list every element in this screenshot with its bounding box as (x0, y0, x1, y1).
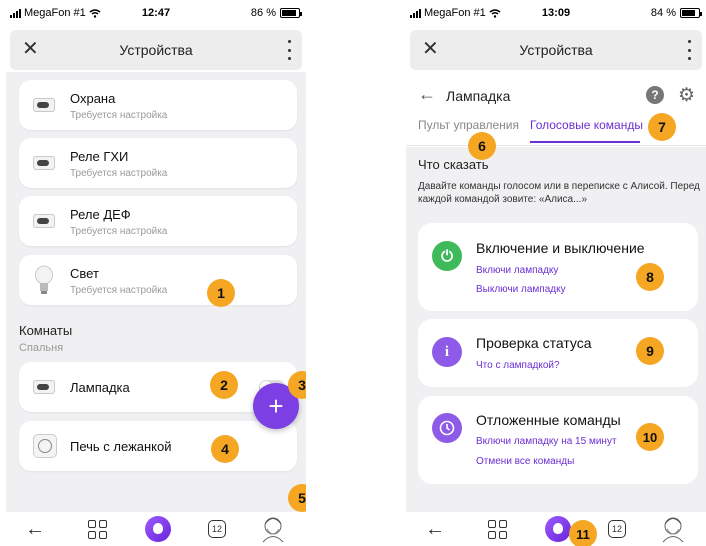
clock-icon (432, 413, 462, 443)
device-name: Реле ГХИ (70, 149, 129, 164)
status-bar: MegaFon #1 13:09 84 % (406, 0, 706, 28)
command-title: Отложенные команды (476, 412, 621, 428)
callout-badge-8: 8 (636, 263, 664, 291)
device-name: Свет (70, 266, 99, 281)
bulb-icon (35, 265, 53, 294)
more-menu-icon[interactable] (684, 40, 694, 60)
services-grid-icon[interactable] (486, 512, 508, 546)
relay-icon (33, 156, 55, 170)
callout-badge-1: 1 (207, 279, 235, 307)
profile-avatar[interactable] (658, 512, 688, 546)
tabs-icon[interactable]: 12 (606, 512, 628, 546)
device-status: Требуется настройка (70, 168, 168, 179)
gear-icon[interactable]: ⚙ (678, 84, 695, 107)
device-card-relay-def[interactable]: Реле ДЕФ Требуется настройка (19, 196, 297, 246)
battery-info: 86 % (250, 7, 302, 19)
voice-commands-panel: Что сказать Давайте команды голосом или … (406, 147, 706, 512)
callout-badge-11: 11 (569, 520, 597, 546)
top-bar: ✕ Устройства (410, 30, 702, 70)
device-status: Требуется настройка (70, 285, 168, 296)
back-arrow-icon[interactable]: ← (418, 84, 436, 105)
callout-badge-2: 2 (210, 371, 238, 399)
device-card-light[interactable]: Свет Требуется настройка (19, 255, 297, 305)
thermostat-icon (33, 434, 57, 458)
profile-avatar[interactable] (258, 512, 288, 546)
tabs-icon[interactable]: 12 (206, 512, 228, 546)
rooms-heading: Комнаты (19, 323, 73, 338)
device-status: Требуется настройка (70, 110, 168, 121)
callout-badge-10: 10 (636, 423, 664, 451)
more-menu-icon[interactable] (284, 40, 294, 60)
battery-info: 84 % (650, 7, 702, 19)
bottom-nav: ← 12 (6, 512, 306, 546)
page-title: Устройства (519, 42, 593, 58)
command-example[interactable]: Что с лампадкой? (476, 360, 560, 371)
alice-icon[interactable] (144, 512, 172, 546)
device-card-security[interactable]: Охрана Требуется настройка (19, 80, 297, 130)
back-arrow-icon[interactable]: ← (22, 512, 48, 546)
info-icon: i (432, 337, 462, 367)
command-example[interactable]: Отмени все команды (476, 456, 574, 467)
command-example[interactable]: Включи лампадку на 15 минут (476, 436, 617, 447)
device-card-stove[interactable]: Печь с лежанкой (19, 421, 297, 471)
battery-percent: 84 % (650, 7, 676, 19)
battery-percent: 86 % (250, 7, 276, 19)
relay-icon (33, 214, 55, 228)
status-bar: MegaFon #1 12:47 86 % (6, 0, 306, 28)
alice-icon[interactable] (544, 512, 572, 546)
command-title: Включение и выключение (476, 240, 645, 256)
battery-icon (280, 8, 302, 18)
device-status: Требуется настройка (70, 226, 168, 237)
devices-list: Охрана Требуется настройка Реле ГХИ Треб… (6, 72, 306, 512)
callout-badge-9: 9 (636, 337, 664, 365)
services-grid-icon[interactable] (86, 512, 108, 546)
bottom-nav: ← 12 (406, 512, 706, 546)
relay-icon (33, 98, 55, 112)
device-title: Лампадка (446, 88, 511, 104)
section-description: Давайте команды голосом или в переписке … (418, 181, 700, 205)
device-name: Печь с лежанкой (70, 439, 172, 454)
tab-voice-commands[interactable]: Голосовые команды (530, 118, 643, 132)
tab-remote-control[interactable]: Пульт управления (418, 118, 519, 132)
device-card-relay-ghi[interactable]: Реле ГХИ Требуется настройка (19, 138, 297, 188)
devices-screen: MegaFon #1 12:47 86 % ✕ Устройства Охран… (6, 0, 306, 546)
command-title: Проверка статуса (476, 335, 592, 351)
top-bar: ✕ Устройства (10, 30, 302, 70)
device-voice-commands-screen: MegaFon #1 13:09 84 % ✕ Устройства ← Лам… (406, 0, 706, 546)
callout-badge-7: 7 (648, 113, 676, 141)
page-title: Устройства (119, 42, 193, 58)
power-icon: ⏻ (432, 241, 462, 271)
device-name: Охрана (70, 91, 116, 106)
tabs-count: 12 (608, 520, 626, 538)
command-example[interactable]: Выключи лампадку (476, 284, 566, 295)
tabs-count: 12 (208, 520, 226, 538)
active-tab-indicator (530, 141, 640, 143)
callout-badge-6: 6 (468, 132, 496, 160)
device-name: Лампадка (70, 380, 130, 395)
back-arrow-icon[interactable]: ← (422, 512, 448, 546)
command-example[interactable]: Включи лампадку (476, 265, 558, 276)
room-name: Спальня (19, 342, 64, 354)
help-icon[interactable]: ? (646, 86, 664, 104)
device-name: Реле ДЕФ (70, 207, 131, 222)
relay-icon (33, 380, 55, 394)
callout-badge-4: 4 (211, 435, 239, 463)
battery-icon (680, 8, 702, 18)
